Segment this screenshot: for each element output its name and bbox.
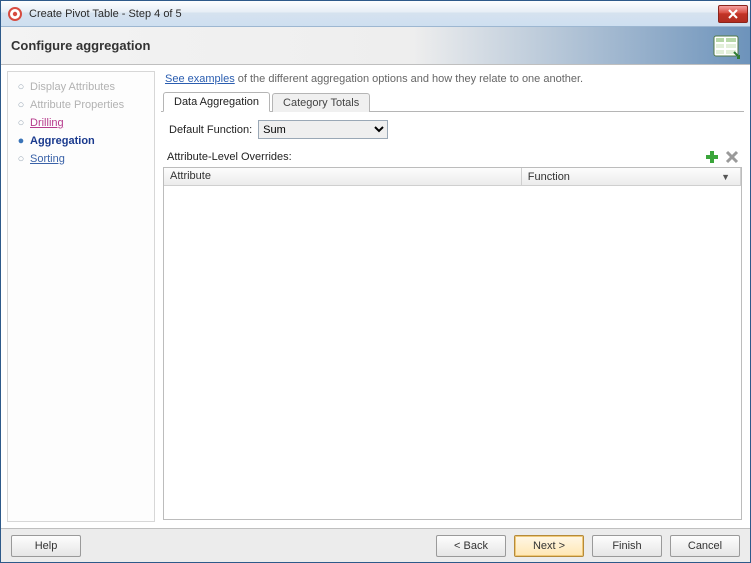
- app-icon: [7, 6, 23, 22]
- step-label: Drilling: [30, 114, 64, 132]
- overrides-grid: Attribute Function ▼: [163, 167, 742, 520]
- page-heading: Configure aggregation: [11, 38, 150, 53]
- next-button[interactable]: Next >: [514, 535, 584, 557]
- step-sorting[interactable]: ○ Sorting: [10, 150, 152, 168]
- tab-panel-data-aggregation: Default Function: Sum Attribute-Level Ov…: [161, 112, 744, 522]
- step-bullet-icon: ○: [14, 150, 28, 168]
- remove-override-button[interactable]: [724, 149, 740, 165]
- wizard-footer: Help < Back Next > Finish Cancel: [1, 528, 750, 562]
- tabbar: Data Aggregation Category Totals: [161, 91, 744, 112]
- default-function-select[interactable]: Sum: [258, 120, 388, 139]
- window-title: Create Pivot Table - Step 4 of 5: [29, 8, 718, 20]
- button-label: Cancel: [688, 540, 722, 552]
- col-header-label: Attribute: [170, 170, 211, 182]
- tab-label: Data Aggregation: [174, 96, 259, 108]
- step-bullet-current-icon: ●: [14, 132, 28, 150]
- step-label: Aggregation: [30, 132, 95, 150]
- wizard-body: ○ Display Attributes ○ Attribute Propert…: [1, 65, 750, 528]
- see-examples-link[interactable]: See examples: [165, 73, 235, 85]
- col-header-attribute[interactable]: Attribute: [164, 168, 522, 185]
- button-label: Next >: [533, 540, 565, 552]
- cancel-button[interactable]: Cancel: [670, 535, 740, 557]
- step-aggregation[interactable]: ● Aggregation: [10, 132, 152, 150]
- titlebar: Create Pivot Table - Step 4 of 5: [1, 1, 750, 27]
- default-function-label: Default Function:: [169, 124, 252, 136]
- step-bullet-icon: ○: [14, 78, 28, 96]
- step-bullet-icon: ○: [14, 96, 28, 114]
- grid-body: [164, 186, 741, 519]
- examples-rest: of the different aggregation options and…: [235, 73, 583, 85]
- main-panel: See examples of the different aggregatio…: [161, 71, 744, 522]
- col-header-label: Function: [528, 171, 570, 183]
- button-label: Finish: [612, 540, 641, 552]
- help-button[interactable]: Help: [11, 535, 81, 557]
- chevron-down-icon[interactable]: ▼: [721, 172, 734, 182]
- step-sidebar: ○ Display Attributes ○ Attribute Propert…: [7, 71, 155, 522]
- step-drilling[interactable]: ○ Drilling: [10, 114, 152, 132]
- header-band: Configure aggregation: [1, 27, 750, 65]
- step-attribute-properties: ○ Attribute Properties: [10, 96, 152, 114]
- col-header-function[interactable]: Function ▼: [522, 168, 741, 185]
- button-label: Help: [35, 540, 58, 552]
- step-label: Attribute Properties: [30, 96, 124, 114]
- close-button[interactable]: [718, 5, 748, 23]
- overrides-actions: [704, 149, 740, 165]
- pivot-decor-icon: [712, 32, 740, 60]
- tab-data-aggregation[interactable]: Data Aggregation: [163, 92, 270, 112]
- grid-header: Attribute Function ▼: [164, 168, 741, 186]
- tab-category-totals[interactable]: Category Totals: [272, 93, 370, 112]
- step-label: Sorting: [30, 150, 65, 168]
- wizard-window: Create Pivot Table - Step 4 of 5 Configu…: [0, 0, 751, 563]
- step-display-attributes: ○ Display Attributes: [10, 78, 152, 96]
- default-function-row: Default Function: Sum: [161, 120, 744, 139]
- overrides-label: Attribute-Level Overrides:: [167, 151, 292, 163]
- step-bullet-icon: ○: [14, 114, 28, 132]
- finish-button[interactable]: Finish: [592, 535, 662, 557]
- tab-label: Category Totals: [283, 97, 359, 109]
- add-override-button[interactable]: [704, 149, 720, 165]
- back-button[interactable]: < Back: [436, 535, 506, 557]
- step-label: Display Attributes: [30, 78, 115, 96]
- button-label: < Back: [454, 540, 488, 552]
- examples-line: See examples of the different aggregatio…: [161, 71, 744, 91]
- overrides-section-header: Attribute-Level Overrides:: [161, 149, 744, 167]
